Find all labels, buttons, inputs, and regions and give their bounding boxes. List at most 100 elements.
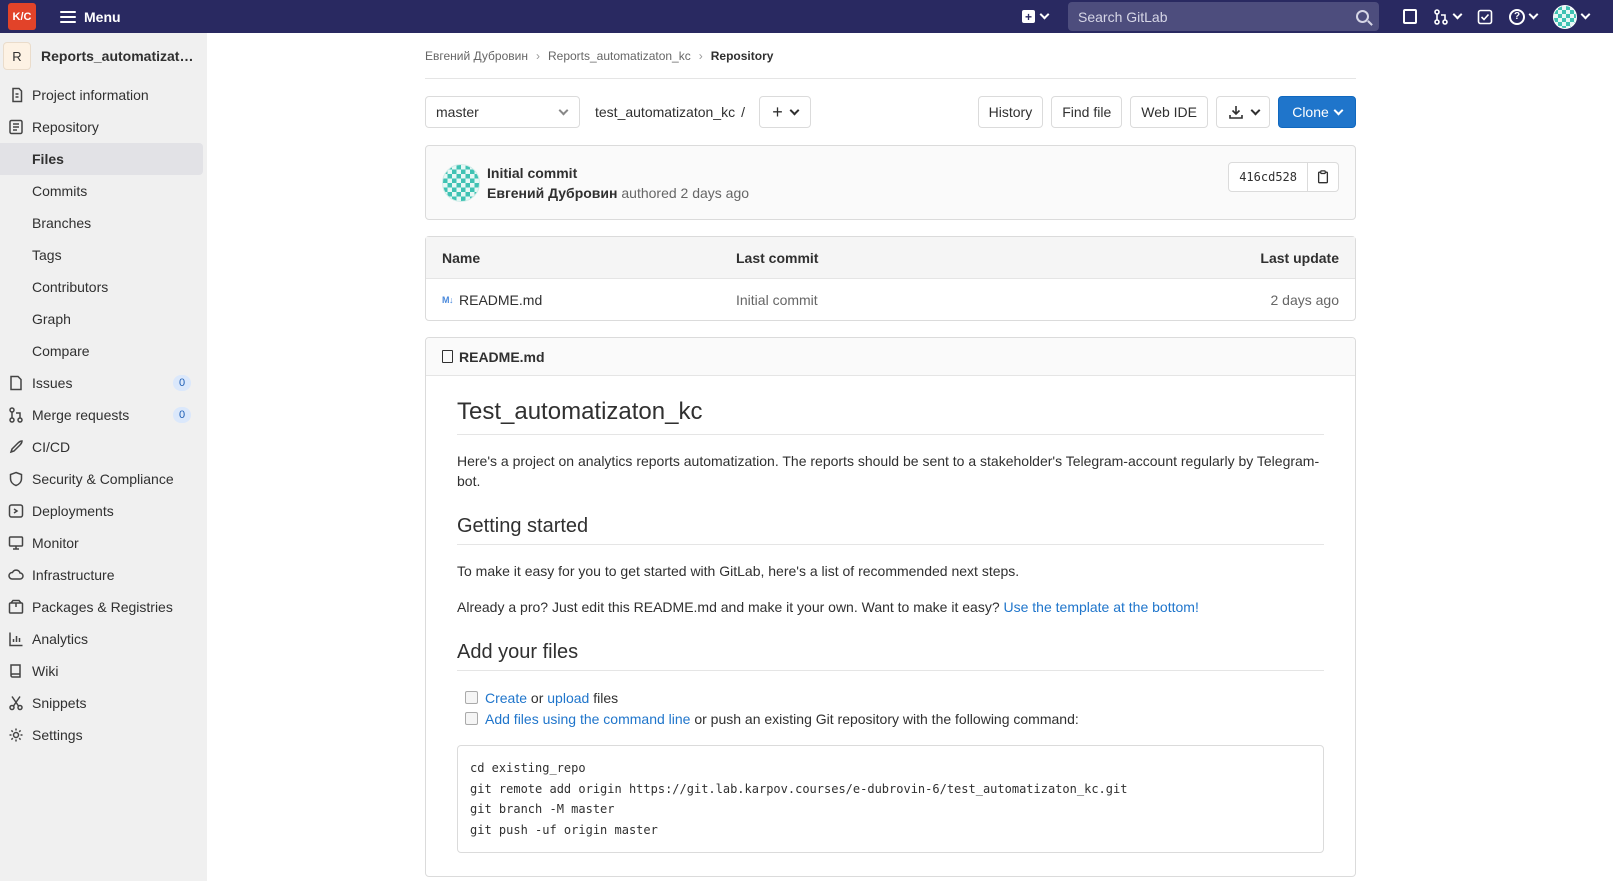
sidebar-item-project-information[interactable]: Project information: [0, 79, 207, 111]
sidebar-item-files[interactable]: Files: [0, 143, 203, 175]
commit-sha[interactable]: 416cd528: [1228, 162, 1308, 192]
sidebar-item-label: Wiki: [32, 663, 59, 679]
sidebar-item-repository[interactable]: Repository: [0, 111, 207, 143]
repository-icon: [9, 119, 23, 135]
paragraph-easy-start: To make it easy for you to get started w…: [457, 563, 1020, 579]
sidebar-item-merge-requests[interactable]: Merge requests 0: [0, 399, 207, 431]
sidebar-item-label: Merge requests: [32, 407, 130, 423]
sidebar-item-compare[interactable]: Compare: [0, 335, 207, 367]
chevron-down-icon: [558, 105, 569, 115]
breadcrumb-chevron-icon: ›: [535, 48, 540, 63]
readme-filename[interactable]: README.md: [459, 349, 545, 365]
merge-requests-nav-button[interactable]: [1425, 0, 1469, 33]
readme-title: Test_automatizaton_kc: [457, 398, 1324, 435]
sidebar-item-issues[interactable]: Issues 0: [0, 367, 207, 399]
column-last-update: Last update: [1260, 249, 1339, 266]
command-line-link[interactable]: Add files using the command line: [485, 711, 690, 727]
chevron-down-icon: [1528, 9, 1539, 20]
branch-selector[interactable]: master: [425, 96, 580, 128]
add-to-tree-dropdown[interactable]: +: [758, 96, 811, 128]
breadcrumb-project[interactable]: Reports_automatizaton_kc: [548, 49, 691, 63]
todos-nav-button[interactable]: [1469, 0, 1501, 33]
sidebar-item-label: Packages & Registries: [32, 599, 173, 615]
rocket-icon: [9, 440, 23, 454]
chevron-down-icon: [789, 105, 800, 115]
sidebar-item-tags[interactable]: Tags: [0, 239, 207, 271]
sidebar-item-security-compliance[interactable]: Security & Compliance: [0, 463, 207, 495]
menu-button[interactable]: Menu: [60, 9, 121, 25]
copy-icon: [1317, 170, 1329, 184]
issues-nav-button[interactable]: [1395, 0, 1425, 33]
clone-dropdown[interactable]: Clone: [1278, 96, 1356, 128]
create-link[interactable]: Create: [485, 690, 527, 706]
sidebar-item-packages-registries[interactable]: Packages & Registries: [0, 591, 207, 623]
last-commit-box: Initial commit Евгений Дубровин authored…: [425, 145, 1356, 220]
sidebar-item-contributors[interactable]: Contributors: [0, 271, 207, 303]
sidebar-item-graph[interactable]: Graph: [0, 303, 207, 335]
commit-title[interactable]: Initial commit: [487, 163, 749, 183]
sidebar-item-snippets[interactable]: Snippets: [0, 687, 207, 719]
sidebar-item-branches[interactable]: Branches: [0, 207, 207, 239]
sidebar-item-label: Snippets: [32, 695, 87, 711]
project-header[interactable]: R Reports_automatizaton...: [0, 33, 207, 79]
heading-getting-started: Getting started: [457, 515, 1324, 545]
help-dropdown[interactable]: ?: [1501, 0, 1545, 33]
sidebar-item-monitor[interactable]: Monitor: [0, 527, 207, 559]
repo-toolbar: master test_automatizaton_kc / + History …: [425, 79, 1356, 145]
info-icon: [12, 87, 23, 103]
upload-link[interactable]: upload: [547, 690, 589, 706]
table-header: Name Last commit Last update: [426, 237, 1355, 279]
avatar[interactable]: [442, 163, 480, 202]
table-row: M↓ README.md Initial commit 2 days ago: [426, 279, 1355, 320]
plus-square-icon: +: [1022, 10, 1035, 23]
chevron-down-icon: [1250, 105, 1260, 115]
sidebar-item-label: Contributors: [32, 279, 109, 295]
search-placeholder: Search GitLab: [1078, 8, 1168, 25]
code-block: cd existing_repo git remote add origin h…: [457, 745, 1324, 853]
sidebar-item-settings[interactable]: Settings: [0, 719, 207, 751]
sidebar-item-label: Issues: [32, 375, 73, 391]
breadcrumb-current[interactable]: Repository: [711, 49, 774, 63]
repo-path-root[interactable]: test_automatizaton_kc: [595, 104, 735, 120]
sidebar-item-wiki[interactable]: Wiki: [0, 655, 207, 687]
heading-add-files: Add your files: [457, 641, 1324, 671]
copy-sha-button[interactable]: [1308, 162, 1339, 192]
find-file-button[interactable]: Find file: [1051, 96, 1123, 128]
web-ide-button[interactable]: Web IDE: [1130, 96, 1208, 128]
gear-icon: [9, 728, 23, 742]
task-checkbox[interactable]: [465, 712, 478, 725]
sidebar-item-commits[interactable]: Commits: [0, 175, 207, 207]
download-dropdown[interactable]: [1216, 96, 1270, 128]
gitlab-logo[interactable]: K/C: [8, 3, 36, 30]
file-icon: [442, 350, 453, 363]
sidebar-item-deployments[interactable]: Deployments: [0, 495, 207, 527]
search-input[interactable]: Search GitLab: [1068, 2, 1379, 31]
hamburger-icon: [60, 10, 76, 23]
avatar: [1553, 4, 1577, 29]
breadcrumb-user[interactable]: Евгений Дубровин: [425, 49, 528, 63]
paragraph-already-pro: Already a pro? Just edit this README.md …: [457, 597, 1324, 617]
file-table: Name Last commit Last update M↓ README.m…: [425, 236, 1356, 321]
file-last-commit[interactable]: Initial commit: [736, 292, 1036, 308]
plus-icon: +: [772, 102, 783, 122]
task-checkbox[interactable]: [465, 691, 478, 704]
download-icon: [1228, 106, 1243, 119]
user-menu[interactable]: [1545, 0, 1597, 33]
search-icon: [1356, 10, 1369, 23]
readme-intro: Here's a project on analytics reports au…: [457, 453, 1320, 489]
sidebar-item-label: Graph: [32, 311, 71, 327]
column-name: Name: [442, 249, 481, 266]
sidebar-item-label: Tags: [32, 247, 62, 263]
create-new-dropdown[interactable]: +: [1022, 9, 1050, 23]
commit-author[interactable]: Евгений Дубровин: [487, 185, 617, 201]
issues-count-badge: 0: [173, 375, 191, 391]
chevron-down-icon: [1039, 9, 1050, 20]
sidebar-item-analytics[interactable]: Analytics: [0, 623, 207, 655]
sidebar-item-infrastructure[interactable]: Infrastructure: [0, 559, 207, 591]
push-text: or push an existing Git repository with …: [694, 710, 1079, 727]
sidebar-item-ci-cd[interactable]: CI/CD: [0, 431, 207, 463]
history-button[interactable]: History: [977, 96, 1044, 128]
branch-name: master: [436, 104, 479, 120]
template-link[interactable]: Use the template at the bottom!: [1004, 599, 1199, 615]
file-name-link[interactable]: README.md: [459, 292, 542, 308]
